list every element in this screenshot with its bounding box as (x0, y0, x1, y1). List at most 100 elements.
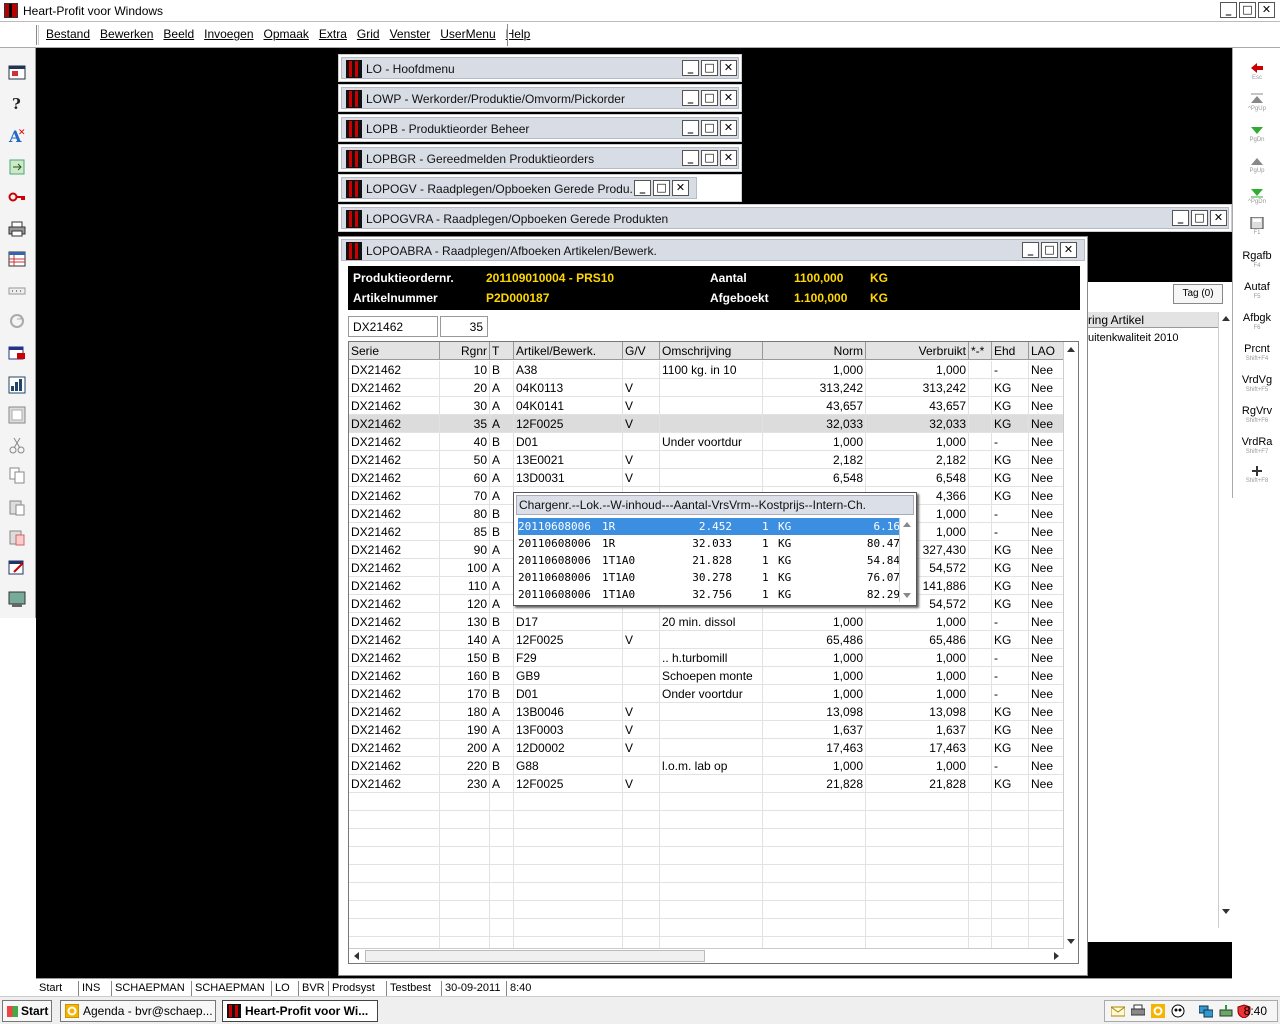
key-icon[interactable] (8, 188, 26, 206)
menu-invoegen[interactable]: Invoegen (204, 27, 253, 41)
background-pane-scrollbar[interactable] (1218, 312, 1232, 928)
column-header-ehd[interactable]: Ehd (992, 342, 1029, 360)
export-icon[interactable] (8, 158, 26, 176)
table-row[interactable]: DX21462 160 B GB9 Schoepen monte 1,000 1,000- N… (349, 667, 1064, 685)
main-window-titlebar[interactable]: LOPOABRA - Raadplegen/Afboeken Artikelen… (339, 237, 1087, 265)
outlook-tray-icon[interactable] (1151, 1004, 1165, 1018)
window-icon[interactable] (8, 64, 26, 82)
table-row[interactable]: DX21462 200 A 12D0002 V 17,463 17,463 KG Nee (349, 739, 1064, 757)
refresh-icon[interactable] (8, 312, 26, 330)
minimize-button[interactable]: _ (1172, 210, 1189, 226)
paste-icon[interactable] (8, 498, 26, 516)
mail-icon[interactable] (1111, 1004, 1125, 1018)
minimize-button[interactable]: _ (682, 60, 699, 76)
scroll-down-icon[interactable] (903, 593, 911, 598)
table-row[interactable]: DX21462 220 B G88 l.o.m. lab op 1,000 1,000- Ne… (349, 757, 1064, 775)
window-lowp[interactable]: LOWP - Werkorder/Produktie/Omvorm/Pickor… (338, 84, 742, 112)
table-row[interactable]: DX21462 180 A 13B0046 V 13,098 13,098 KG Nee (349, 703, 1064, 721)
column-header-artikel[interactable]: Artikel/Bewerk. (514, 342, 623, 360)
toolbar-button-autaf[interactable]: Autaf F5 (1237, 279, 1277, 300)
close-button[interactable]: ✕ (720, 90, 737, 106)
maximize-button[interactable]: □ (701, 120, 718, 136)
column-header-gv[interactable]: G/V (623, 342, 660, 360)
toolbar-button-vrdra[interactable]: VrdRa Shift+F7 (1237, 434, 1277, 455)
cut-icon[interactable] (8, 436, 26, 454)
scroll-thumb[interactable] (365, 950, 705, 962)
table-row[interactable]: DX21462 140 A 12F0025 V 65,486 65,486 KG Nee (349, 631, 1064, 649)
column-header-lao[interactable]: LAO (1029, 342, 1064, 360)
column-header-omschrijving[interactable]: Omschrijving (660, 342, 763, 360)
help-icon[interactable]: ? (8, 94, 26, 113)
rgnr-search-input[interactable]: 35 (440, 316, 488, 337)
paste-special-icon[interactable] (8, 528, 26, 546)
chart-icon[interactable] (8, 376, 26, 394)
maximize-button[interactable]: □ (1191, 210, 1208, 226)
maximize-button[interactable]: □ (701, 90, 718, 106)
scroll-up-icon[interactable] (1067, 347, 1075, 352)
window-lopogvra[interactable]: LOPOGVRA - Raadplegen/Opboeken Gerede Pr… (338, 204, 1232, 232)
toolbar-button-rgafb[interactable]: Rgafb F4 (1237, 248, 1277, 269)
window-lopbgr[interactable]: LOPBGR - Gereedmelden Produktieorders _ □… (338, 144, 742, 172)
table-icon[interactable] (8, 250, 26, 268)
table-row[interactable]: DX21462 20 A 04K0113 V 313,242 313,242 KG Nee (349, 379, 1064, 397)
monitor-icon[interactable] (8, 590, 26, 608)
toolbar-button-vrdvg[interactable]: VrdVg Shift+F5 (1237, 372, 1277, 393)
menu-bestand[interactable]: Bestand (46, 27, 90, 41)
column-header-serie[interactable]: Serie (349, 342, 440, 360)
copy-icon[interactable] (8, 466, 26, 484)
scroll-down-icon[interactable] (1067, 939, 1075, 944)
window-lo-hoofdmenu[interactable]: LO - Hoofdmenu _ □ ✕ (338, 54, 742, 82)
charge-list-item[interactable]: 20110608006 1R 32.033 1 KG 80.47 (518, 535, 900, 552)
table-row[interactable]: DX21462 35 A 12F0025 V 32,033 32,033 KG Nee (349, 415, 1064, 433)
close-button[interactable]: ✕ (720, 120, 737, 136)
toolbar-button-prcnt[interactable]: Prcnt Shift+F4 (1237, 341, 1277, 362)
table-row[interactable]: DX21462 190 A 13F0003 V 1,637 1,637 KG Nee (349, 721, 1064, 739)
table-row[interactable]: DX21462 130 B D17 20 min. dissol 1,000 1,000- N… (349, 613, 1064, 631)
maximize-button[interactable]: □ (1239, 2, 1256, 18)
menu-extra[interactable]: Extra (319, 27, 347, 41)
close-button[interactable]: ✕ (1210, 210, 1227, 226)
task-agenda[interactable]: Agenda - bvr@schaep... (60, 1000, 216, 1022)
menu-bewerken[interactable]: Bewerken (100, 27, 153, 41)
close-button[interactable]: ✕ (720, 150, 737, 166)
close-button[interactable]: ✕ (1258, 2, 1275, 18)
toolbar-button-afbgk[interactable]: Afbgk F6 (1237, 310, 1277, 331)
maximize-button[interactable]: □ (1041, 242, 1058, 258)
column-header-type[interactable]: T (490, 342, 514, 360)
table-row[interactable]: DX21462 30 A 04K0141 V 43,657 43,657 KG Nee (349, 397, 1064, 415)
panda-icon[interactable] (1171, 1004, 1185, 1018)
close-button[interactable]: ✕ (720, 60, 737, 76)
table-row[interactable]: DX21462 230 A 12F0025 V 21,828 21,828 KG Nee (349, 775, 1064, 793)
charge-list-item[interactable]: 20110608006 1R 2.452 1 KG 6.16 (518, 518, 900, 535)
toolbar-button-plus[interactable]: Shift+F8 (1237, 465, 1277, 484)
tag-button[interactable]: Tag (0) (1173, 284, 1223, 304)
minimize-button[interactable]: _ (1220, 2, 1237, 18)
table-row[interactable]: DX21462 170 B D01 Onder voortdur 1,000 1,000- N… (349, 685, 1064, 703)
grid-vertical-scrollbar[interactable] (1063, 342, 1078, 949)
minimize-button[interactable]: _ (682, 150, 699, 166)
printer-icon[interactable] (8, 220, 26, 238)
toolbar-button-arrow-first[interactable]: ^PgUp (1237, 93, 1277, 112)
network-icon[interactable] (1199, 1004, 1213, 1018)
menu-help[interactable]: Help (506, 27, 531, 41)
column-header-flag[interactable]: *-* (969, 342, 992, 360)
task-heart-profit[interactable]: Heart-Profit voor Wi... (222, 1000, 378, 1022)
column-header-verbruikt[interactable]: Verbruikt (866, 342, 969, 360)
scroll-left-icon[interactable] (354, 952, 359, 960)
menu-usermenu[interactable]: UserMenu (440, 27, 495, 41)
start-button[interactable]: Start (2, 1000, 52, 1022)
table-row[interactable]: DX21462 150 B F29.. h.turbomill 1,000 1,000- N… (349, 649, 1064, 667)
maximize-button[interactable]: □ (701, 150, 718, 166)
charge-list-item[interactable]: 20110608006 1T1A0 21.828 1 KG 54.84 (518, 552, 900, 569)
table-row[interactable]: DX21462 10 B A38 1100 kg. in 10 1,000 1,000- Ne… (349, 361, 1064, 379)
scroll-right-icon[interactable] (1054, 952, 1059, 960)
window-lopogv[interactable]: LOPOGV - Raadplegen/Opboeken Gerede Prod… (338, 174, 742, 202)
window-lopb[interactable]: LOPB - Produktieorder Beheer _ □ ✕ (338, 114, 742, 142)
table-row[interactable]: DX21462 60 A 13D0031 V 6,548 6,548 KG Nee (349, 469, 1064, 487)
safely-remove-icon[interactable] (1219, 1004, 1233, 1018)
toolbar-button-arrow-down[interactable]: PgDn (1237, 124, 1277, 143)
serie-search-input[interactable]: DX21462 (348, 316, 438, 337)
charge-list-item[interactable]: 20110608006 1T1A0 32.756 1 KG 82.29 (518, 586, 900, 603)
charge-list-item[interactable]: 20110608006 1T1A0 30.278 1 KG 76.07 (518, 569, 900, 586)
menu-venster[interactable]: Venster (390, 27, 431, 41)
